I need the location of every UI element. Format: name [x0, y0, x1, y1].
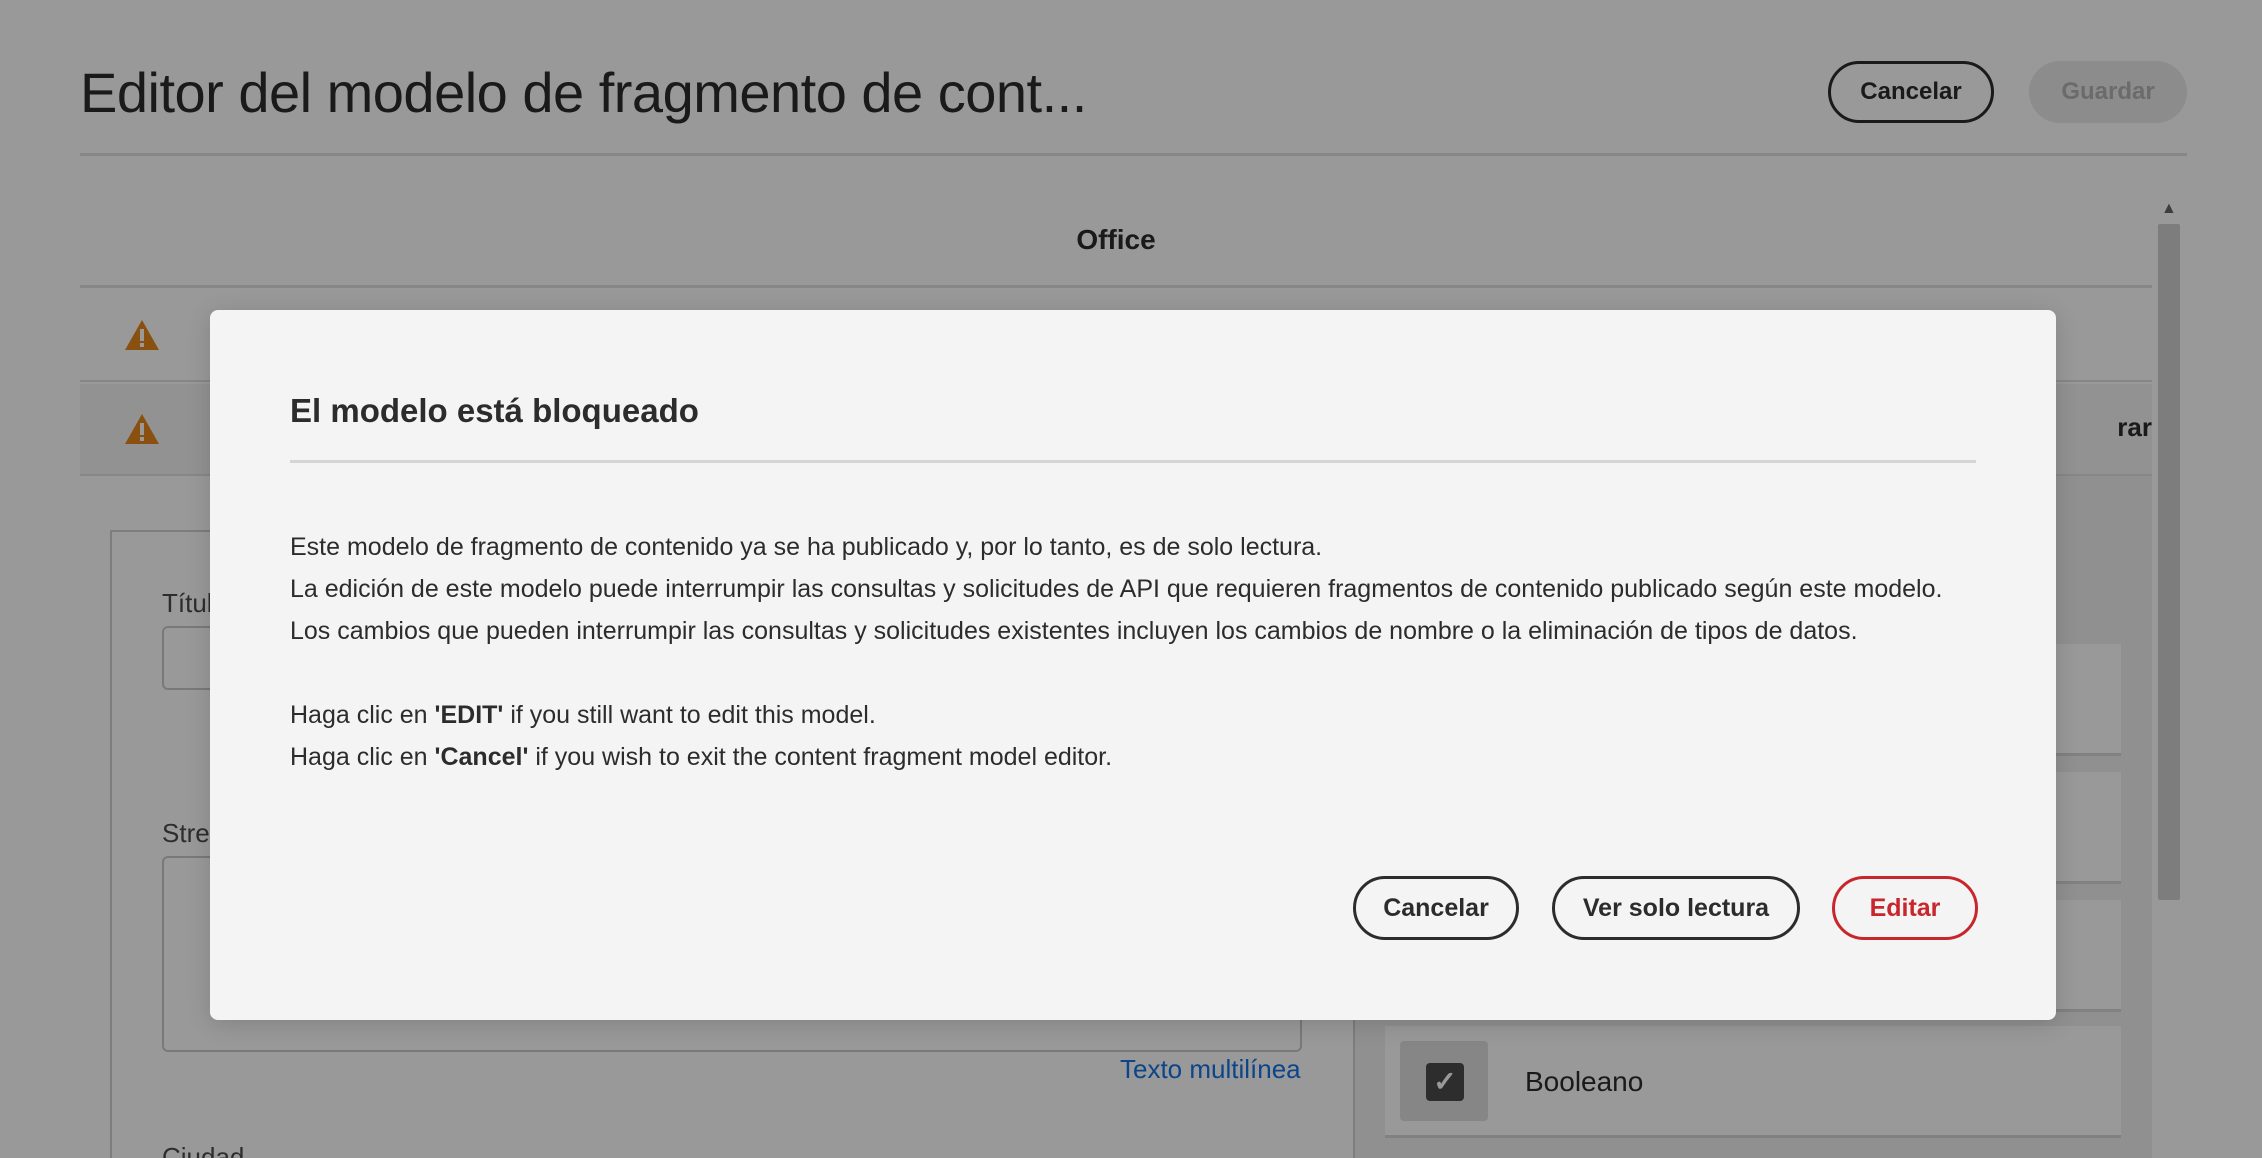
dialog-text-line: La edición de este modelo puede interrum…: [290, 575, 1943, 603]
dialog-divider: [290, 460, 1976, 463]
view-read-only-button[interactable]: Ver solo lectura: [1552, 876, 1800, 940]
dialog-text-line: Haga clic en 'EDIT' if you still want to…: [290, 701, 876, 729]
model-locked-dialog: El modelo está bloqueado Este modelo de …: [210, 310, 2056, 1020]
dialog-text-line: Los cambios que pueden interrumpir las c…: [290, 617, 1858, 645]
dialog-title: El modelo está bloqueado: [290, 392, 699, 429]
edit-button[interactable]: Editar: [1832, 876, 1978, 940]
dialog-text-line: Este modelo de fragmento de contenido ya…: [290, 533, 1323, 561]
cancel-button[interactable]: Cancelar: [1353, 876, 1519, 940]
dialog-text-line: Haga clic en 'Cancel' if you wish to exi…: [290, 743, 1113, 771]
dialog-body: Este modelo de fragmento de contenido ya…: [290, 526, 1942, 778]
